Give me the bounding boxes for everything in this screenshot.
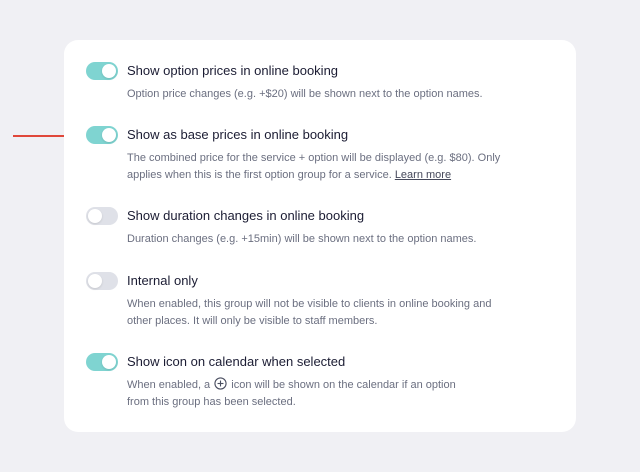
toggle-show-calendar-icon[interactable] [86,353,118,371]
setting-description: When enabled, a icon will be shown on th… [127,377,547,411]
setting-description: The combined price for the service + opt… [127,150,547,184]
description-text: icon will be shown on the calendar if an… [231,379,456,391]
description-line: When enabled, this group will not be vis… [127,298,492,310]
settings-card: Show option prices in online booking Opt… [64,40,576,432]
setting-description: Duration changes (e.g. +15min) will be s… [127,231,547,248]
setting-title: Show duration changes in online booking [127,208,365,223]
toggle-knob [102,355,116,369]
toggle-internal-only[interactable] [86,272,118,290]
setting-title: Show as base prices in online booking [127,127,349,142]
description-line: Duration changes (e.g. +15min) will be s… [127,233,477,245]
setting-description: Option price changes (e.g. +$20) will be… [127,86,547,103]
description-line: applies when this is the first option gr… [127,167,547,184]
learn-more-link[interactable]: Learn more [395,169,451,181]
setting-title: Show icon on calendar when selected [127,354,346,369]
description-line: When enabled, a icon will be shown on th… [127,377,547,394]
setting-title: Show option prices in online booking [127,63,339,78]
setting-description: When enabled, this group will not be vis… [127,296,547,330]
setting-title: Internal only [127,273,198,288]
description-text: applies when this is the first option gr… [127,169,392,181]
toggle-knob [102,128,116,142]
toggle-knob [102,64,116,78]
plus-circle-icon [214,377,227,390]
toggle-show-duration-changes[interactable] [86,207,118,225]
toggle-knob [88,209,102,223]
description-line: Option price changes (e.g. +$20) will be… [127,88,483,100]
description-line: other places. It will only be visible to… [127,315,378,327]
toggle-show-option-prices[interactable] [86,62,118,80]
toggle-show-base-prices[interactable] [86,126,118,144]
description-line: The combined price for the service + opt… [127,152,501,164]
description-text: When enabled, a [127,379,211,391]
toggle-knob [88,274,102,288]
description-line: from this group has been selected. [127,396,296,408]
